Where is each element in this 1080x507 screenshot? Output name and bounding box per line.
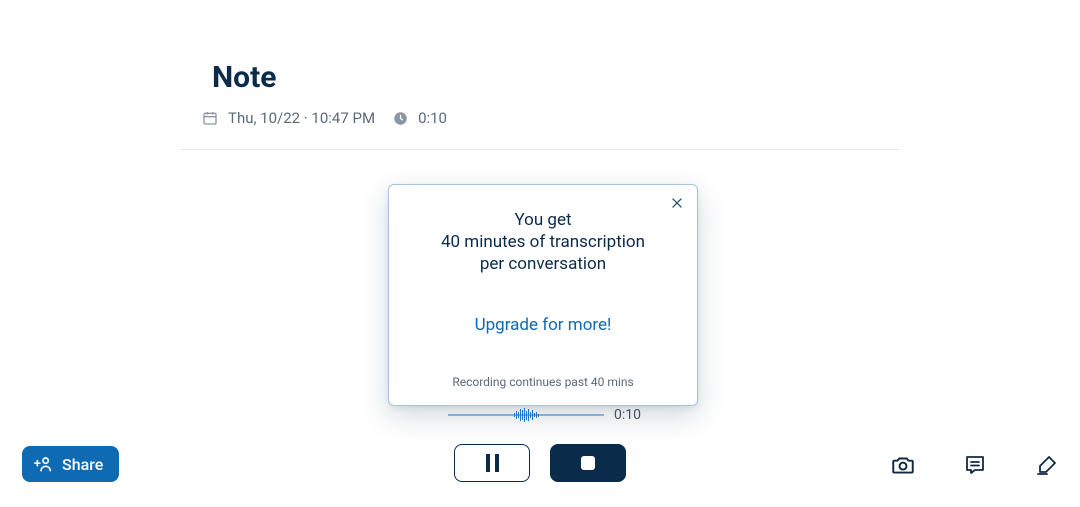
divider — [180, 149, 900, 150]
right-action-bar — [888, 450, 1062, 480]
popover-line-1: You get — [411, 209, 675, 231]
upgrade-link[interactable]: Upgrade for more! — [411, 315, 675, 335]
pause-button[interactable] — [454, 444, 530, 482]
stop-button[interactable] — [550, 444, 626, 482]
note-duration: 0:10 — [418, 109, 447, 127]
waveform-time: 0:10 — [614, 407, 641, 423]
note-meta: Thu, 10/22 · 10:47 PM 0:10 — [202, 109, 900, 127]
calendar-icon — [202, 110, 218, 126]
close-icon[interactable] — [667, 193, 687, 213]
stop-icon — [581, 456, 595, 470]
note-title[interactable]: Note — [212, 60, 900, 95]
popover-subtext: Recording continues past 40 mins — [411, 375, 675, 389]
note-header: Note Thu, 10/22 · 10:47 PM 0:10 — [180, 60, 900, 150]
popover-line-3: per conversation — [411, 253, 675, 275]
popover-line-2: 40 minutes of transcription — [411, 231, 675, 253]
transcription-limit-popover: You get 40 minutes of transcription per … — [388, 184, 698, 406]
note-datetime: Thu, 10/22 · 10:47 PM — [228, 109, 375, 127]
waveform[interactable] — [448, 408, 604, 422]
highlight-icon[interactable] — [1032, 450, 1062, 480]
waveform-row: 0:10 — [448, 407, 641, 423]
share-button[interactable]: Share — [22, 446, 119, 482]
camera-icon[interactable] — [888, 450, 918, 480]
pause-icon — [486, 454, 499, 472]
chat-icon[interactable] — [960, 450, 990, 480]
clock-icon — [393, 111, 408, 126]
add-user-icon — [34, 454, 54, 474]
share-label: Share — [62, 455, 103, 474]
